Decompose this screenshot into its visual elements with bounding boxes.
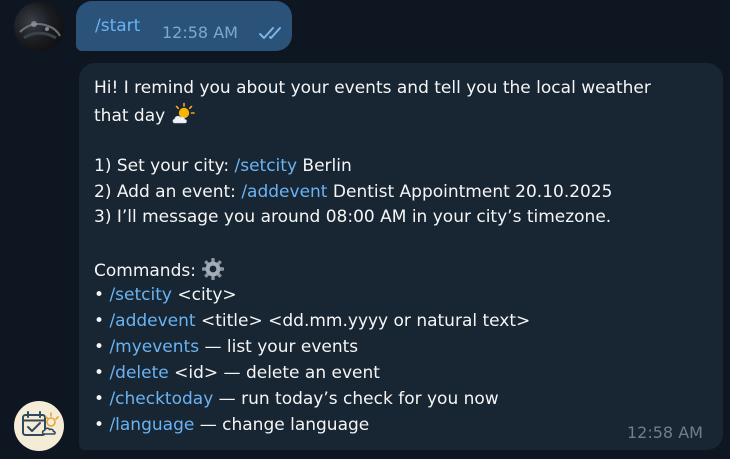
bullet: • xyxy=(94,362,110,383)
command-link-setcity[interactable]: /setcity xyxy=(235,156,298,176)
command-line: • /addevent <title> <dd.mm.yyyy or natur… xyxy=(94,309,694,335)
command-description: — run today’s check for you now xyxy=(213,388,499,409)
command-link-language[interactable]: /language xyxy=(109,415,194,435)
step-text: Dentist Appointment 20.10.2025 xyxy=(327,181,613,202)
command-line: • /checktoday — run today’s check for yo… xyxy=(94,387,694,413)
incoming-message-body: Hi! I remind you about your events and t… xyxy=(94,76,694,438)
command-description: <id> — delete an event xyxy=(168,362,380,383)
intro-line: that day xyxy=(94,102,694,128)
step-line: 2) Add an event: /addevent Dentist Appoi… xyxy=(94,180,694,206)
command-description: <title> <dd.mm.yyyy or natural text> xyxy=(195,311,531,332)
step-line: 1) Set your city: /setcity Berlin xyxy=(94,154,694,180)
bullet: • xyxy=(94,414,110,435)
command-line: • /myevents — list your events xyxy=(94,335,694,361)
chat-area: /start 12:58 AM Hi! I remind you about y… xyxy=(0,0,730,459)
command-description: — list your events xyxy=(199,336,359,357)
user-avatar-photo xyxy=(19,21,61,40)
intro-text-2: that day xyxy=(94,105,166,126)
commands-heading: Commands: xyxy=(94,257,694,283)
command-link-addevent[interactable]: /addevent xyxy=(109,311,195,331)
outgoing-message[interactable]: /start 12:58 AM xyxy=(76,1,292,51)
calendar-weather-icon xyxy=(22,411,59,436)
gear-icon xyxy=(202,258,225,281)
command-line: • /setcity <city> xyxy=(94,283,694,309)
step-text: 3) I’ll message you around 08:00 AM in y… xyxy=(94,207,612,228)
incoming-message-time: 12:58 AM xyxy=(627,423,703,442)
command-line: • /language — change language xyxy=(94,413,694,439)
outgoing-message-text: /start xyxy=(95,16,141,36)
command-link-delete[interactable]: /delete xyxy=(109,363,168,383)
command-link-myevents[interactable]: /myevents xyxy=(109,337,199,357)
command-description: <city> xyxy=(171,285,237,306)
command-link-setcity[interactable]: /setcity xyxy=(109,285,172,305)
user-avatar[interactable] xyxy=(14,2,64,52)
outgoing-message-time: 12:58 AM xyxy=(162,23,238,42)
step-text: 2) Add an event: xyxy=(94,181,242,202)
intro-line: Hi! I remind you about your events and t… xyxy=(94,76,694,102)
sun-behind-cloud-icon xyxy=(172,102,195,124)
bullet: • xyxy=(94,336,110,357)
bot-avatar[interactable] xyxy=(14,401,64,451)
bullet: • xyxy=(94,285,110,306)
command-link-checktoday[interactable]: /checktoday xyxy=(109,389,213,409)
double-check-icon xyxy=(259,27,281,39)
commands-heading-text: Commands: xyxy=(94,261,196,282)
bullet: • xyxy=(94,388,110,409)
bullet: • xyxy=(94,311,110,332)
incoming-message[interactable]: Hi! I remind you about your events and t… xyxy=(79,63,723,450)
command-line: • /delete <id> — delete an event xyxy=(94,361,694,387)
command-description: — change language xyxy=(194,414,370,435)
step-line: 3) I’ll message you around 08:00 AM in y… xyxy=(94,205,694,231)
step-text: 1) Set your city: xyxy=(94,155,235,176)
step-text: Berlin xyxy=(297,155,352,176)
command-link-addevent[interactable]: /addevent xyxy=(241,182,327,202)
intro-text-1: Hi! I remind you about your events and t… xyxy=(94,78,651,98)
